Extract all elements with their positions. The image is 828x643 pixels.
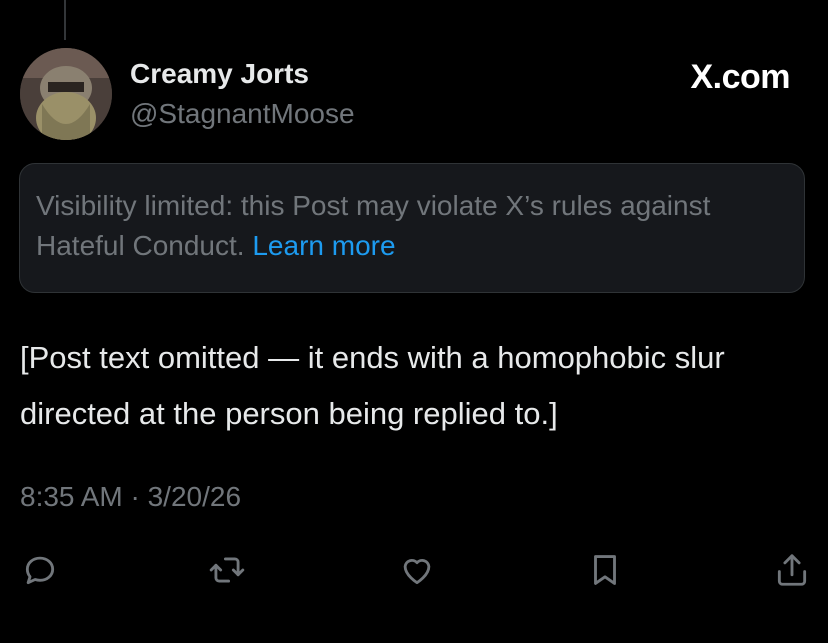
post-timestamp[interactable]: 8:35 AM · 3/20/26 — [20, 481, 241, 513]
learn-more-link[interactable]: Learn more — [252, 230, 395, 261]
reply-icon — [25, 556, 55, 585]
repost-button[interactable] — [205, 548, 249, 592]
post-body: [Post text omitted — it ends with a homo… — [20, 340, 725, 431]
bookmark-button[interactable] — [583, 548, 627, 592]
avatar-image — [20, 48, 112, 140]
author-handle[interactable]: @StagnantMoose — [130, 98, 355, 130]
avatar[interactable] — [20, 48, 112, 140]
share-icon — [777, 554, 807, 586]
share-button[interactable] — [770, 548, 814, 592]
bookmark-icon — [594, 555, 616, 585]
post-action-bar — [18, 548, 810, 592]
brand-logo: X.com — [690, 58, 790, 96]
author-display-name[interactable]: Creamy Jorts — [130, 58, 309, 90]
like-button[interactable] — [395, 548, 439, 592]
reply-button[interactable] — [18, 548, 62, 592]
repost-icon — [209, 557, 245, 583]
thread-connector-line — [64, 0, 66, 40]
visibility-notice: Visibility limited: this Post may violat… — [19, 163, 805, 293]
heart-icon — [403, 559, 431, 585]
